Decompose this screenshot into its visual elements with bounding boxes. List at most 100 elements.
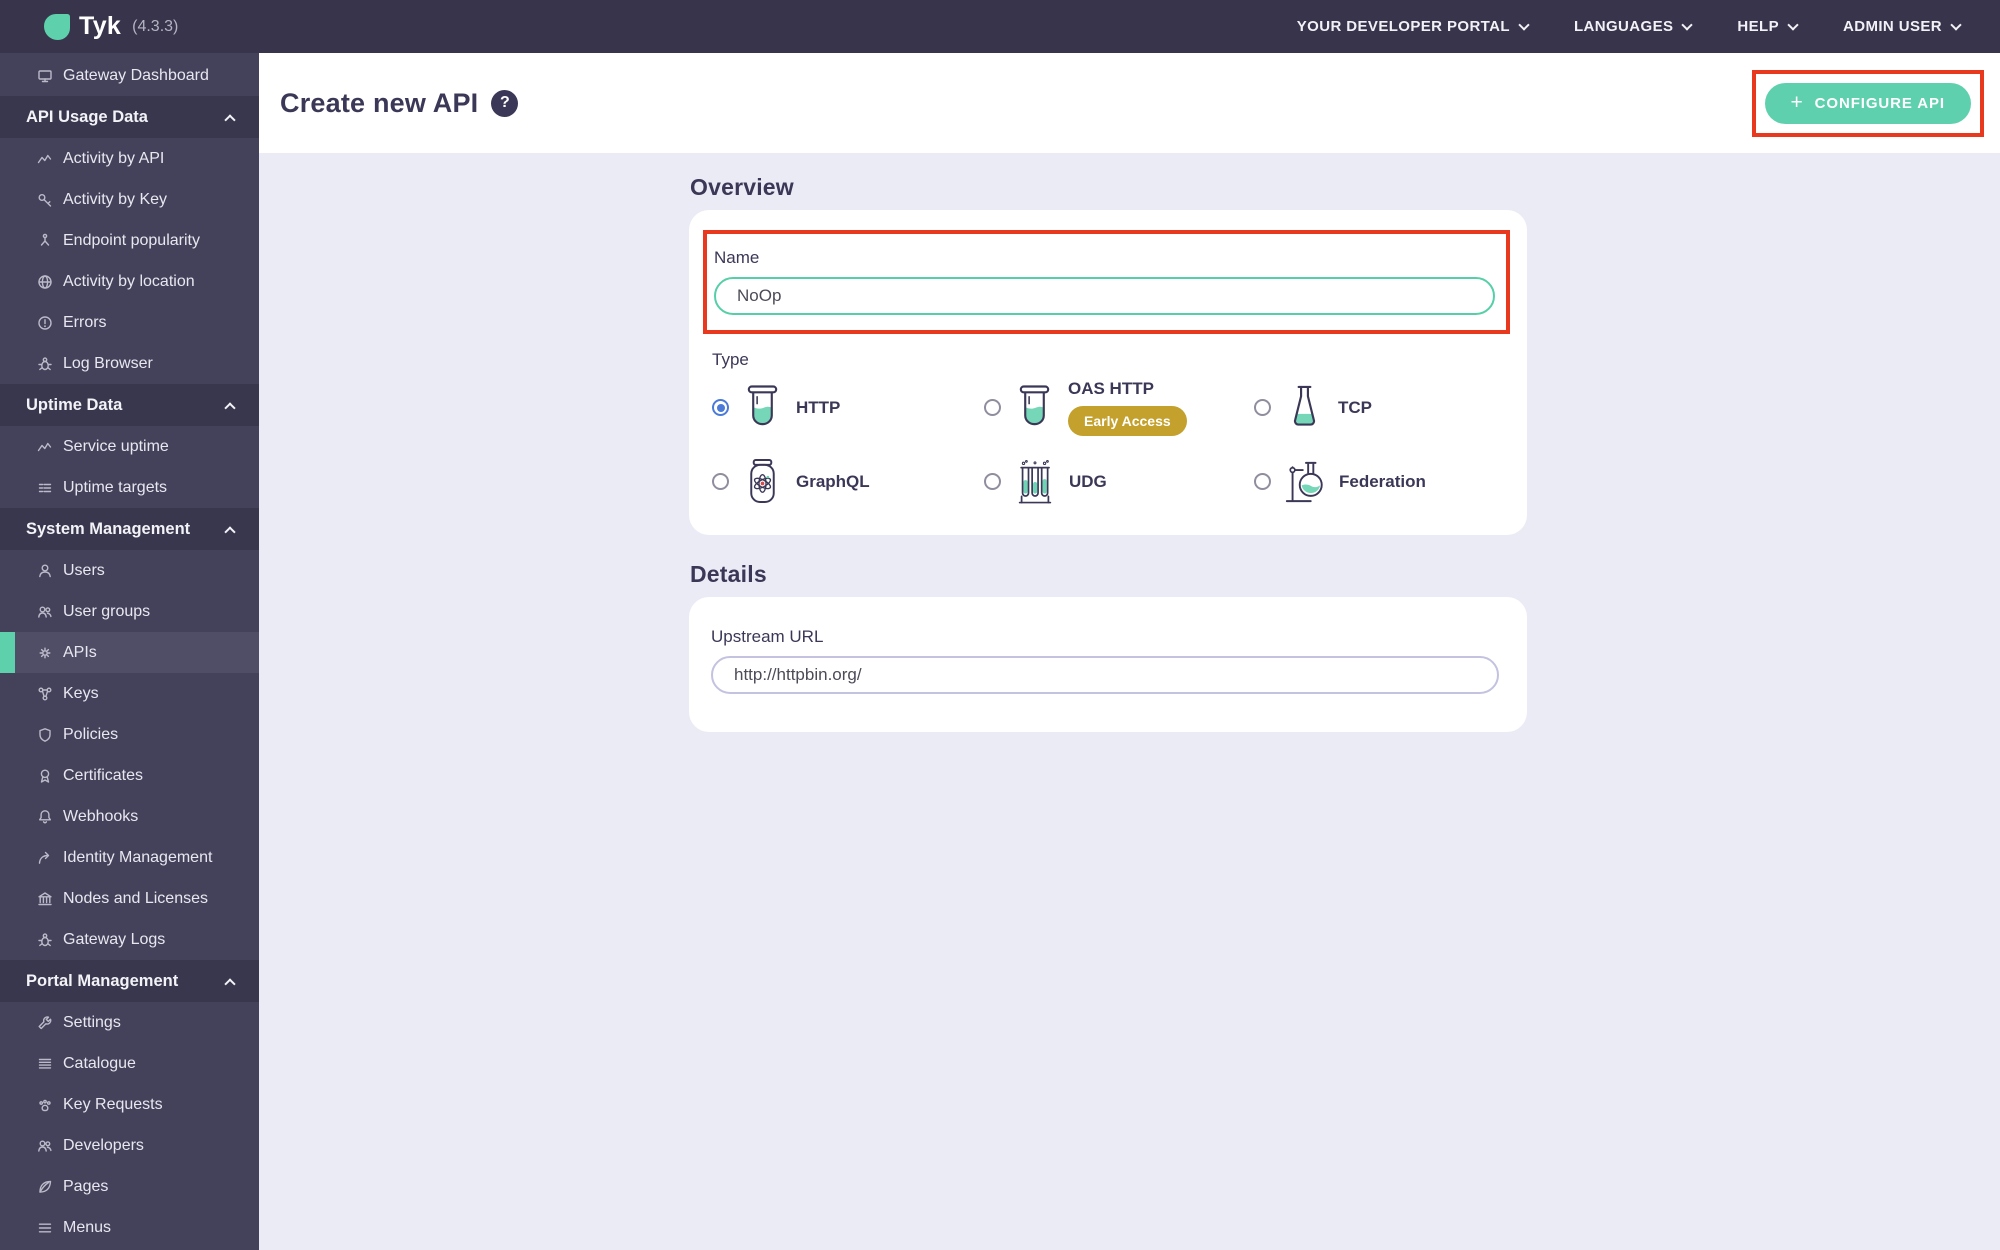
sidebar-item-nodes-and-licenses[interactable]: Nodes and Licenses bbox=[0, 878, 259, 919]
sidebar-item-service-uptime[interactable]: Service uptime bbox=[0, 426, 259, 467]
topbar-menu-admin-user[interactable]: ADMIN USER bbox=[1843, 18, 1962, 35]
sidebar-item-certificates[interactable]: Certificates bbox=[0, 755, 259, 796]
sidebar-item-label: Identity Management bbox=[63, 848, 213, 866]
type-option-tcp[interactable]: TCP bbox=[1254, 384, 1499, 431]
type-option-federation[interactable]: Federation bbox=[1254, 459, 1499, 505]
page-header: Create new API ? + CONFIGURE API bbox=[259, 53, 2000, 153]
tyk-logo-icon bbox=[44, 13, 70, 40]
sidebar-item-activity-by-location[interactable]: Activity by location bbox=[0, 261, 259, 302]
name-input[interactable] bbox=[714, 277, 1495, 315]
gears-icon bbox=[37, 645, 53, 661]
sidebar-item-label: Gateway Dashboard bbox=[63, 66, 209, 84]
sidebar-item-label: Webhooks bbox=[63, 807, 139, 825]
radio-graphql[interactable] bbox=[712, 473, 729, 490]
bell-icon bbox=[37, 809, 53, 825]
sidebar-item-apis[interactable]: APIs bbox=[0, 632, 259, 673]
type-option-http[interactable]: HTTP bbox=[712, 384, 984, 431]
sidebar-item-label: Policies bbox=[63, 725, 119, 743]
version-label: (4.3.3) bbox=[132, 17, 179, 35]
sidebar-item-label: Uptime targets bbox=[63, 478, 168, 496]
topbar-menu-your-developer-portal[interactable]: YOUR DEVELOPER PORTAL bbox=[1297, 18, 1530, 35]
branch-icon bbox=[37, 233, 53, 249]
sidebar-item-users[interactable]: Users bbox=[0, 550, 259, 591]
help-icon[interactable]: ? bbox=[491, 89, 519, 117]
topbar-menu-help[interactable]: HELP bbox=[1737, 18, 1799, 35]
upstream-url-input[interactable] bbox=[711, 656, 1499, 694]
sidebar-item-catalogue[interactable]: Catalogue bbox=[0, 1043, 259, 1084]
sidebar-item-developers[interactable]: Developers bbox=[0, 1125, 259, 1166]
configure-api-button-label: CONFIGURE API bbox=[1814, 94, 1945, 112]
topbar-menu-languages[interactable]: LANGUAGES bbox=[1574, 18, 1694, 35]
sidebar-item-label: Gateway Logs bbox=[63, 930, 166, 948]
tyk-logo[interactable]: Tyk (4.3.3) bbox=[44, 12, 178, 41]
leaf-icon bbox=[37, 1179, 53, 1195]
type-option-label: UDG bbox=[1069, 471, 1107, 491]
sidebar-item-gateway-logs[interactable]: Gateway Logs bbox=[0, 919, 259, 960]
sidebar-item-errors[interactable]: Errors bbox=[0, 302, 259, 343]
sidebar-item-label: Endpoint popularity bbox=[63, 231, 200, 249]
sidebar-item-key-requests[interactable]: Key Requests bbox=[0, 1084, 259, 1125]
list-icon bbox=[37, 480, 53, 496]
details-section: Details Upstream URL bbox=[689, 561, 1527, 732]
type-option-graphql[interactable]: GraphQL bbox=[712, 458, 984, 505]
radio-federation[interactable] bbox=[1254, 473, 1271, 490]
sidebar-section-system-management[interactable]: System Management bbox=[0, 508, 259, 550]
sidebar-item-gateway-dashboard[interactable]: Gateway Dashboard bbox=[0, 55, 259, 96]
sidebar-item-label: Nodes and Licenses bbox=[63, 889, 208, 907]
upstream-url-label: Upstream URL bbox=[711, 627, 824, 646]
sidebar-item-label: Errors bbox=[63, 313, 107, 331]
sidebar-item-label: Users bbox=[63, 561, 105, 579]
topbar: Tyk (4.3.3) YOUR DEVELOPER PORTAL LANGUAG… bbox=[0, 0, 2000, 53]
sidebar-item-user-groups[interactable]: User groups bbox=[0, 591, 259, 632]
annotation-box-name-field: Name bbox=[703, 230, 1510, 334]
radio-tcp[interactable] bbox=[1254, 399, 1271, 416]
sidebar-item-activity-by-key[interactable]: Activity by Key bbox=[0, 179, 259, 220]
annotation-box-configure-api: + CONFIGURE API bbox=[1751, 69, 1984, 137]
paw-icon bbox=[37, 1097, 53, 1113]
details-heading: Details bbox=[690, 561, 767, 587]
plus-icon: + bbox=[1790, 90, 1804, 114]
sidebar-item-identity-management[interactable]: Identity Management bbox=[0, 837, 259, 878]
radio-http[interactable] bbox=[712, 399, 729, 416]
user-group-icon bbox=[37, 604, 53, 620]
radio-udg[interactable] bbox=[984, 473, 1001, 490]
shield-icon bbox=[37, 727, 53, 743]
type-label: Type bbox=[712, 350, 749, 369]
sidebar-item-log-browser[interactable]: Log Browser bbox=[0, 343, 259, 384]
sidebar-item-endpoint-popularity[interactable]: Endpoint popularity bbox=[0, 220, 259, 261]
sidebar-section-api-usage-data[interactable]: API Usage Data bbox=[0, 96, 259, 138]
type-option-udg[interactable]: UDG bbox=[984, 459, 1254, 505]
beaker-icon bbox=[1013, 384, 1056, 431]
type-option-oas-http[interactable]: OAS HTTP Early Access bbox=[984, 379, 1254, 436]
sidebar-item-label: Menus bbox=[63, 1218, 112, 1236]
sidebar-item-settings[interactable]: Settings bbox=[0, 1002, 259, 1043]
sidebar-item-pages[interactable]: Pages bbox=[0, 1166, 259, 1207]
sidebar-section-label: System Management bbox=[26, 519, 191, 538]
type-option-label: Federation bbox=[1339, 471, 1426, 491]
sidebar-section-label: Uptime Data bbox=[26, 395, 123, 414]
sidebar-item-label: Catalogue bbox=[63, 1054, 136, 1072]
sidebar-item-activity-by-api[interactable]: Activity by API bbox=[0, 138, 259, 179]
sidebar-item-webhooks[interactable]: Webhooks bbox=[0, 796, 259, 837]
bug-icon bbox=[37, 356, 53, 372]
key-icon bbox=[37, 192, 53, 208]
sidebar-section-uptime-data[interactable]: Uptime Data bbox=[0, 384, 259, 426]
topbar-menu-label: HELP bbox=[1737, 18, 1779, 35]
sidebar-item-policies[interactable]: Policies bbox=[0, 714, 259, 755]
medal-icon bbox=[37, 768, 53, 784]
beaker-icon bbox=[741, 384, 784, 431]
chevron-up-icon bbox=[224, 113, 236, 126]
configure-api-button[interactable]: + CONFIGURE API bbox=[1764, 82, 1971, 124]
overview-section: Overview Name Type HTTP OAS HTTP Early Acc… bbox=[689, 174, 1527, 535]
atom-jar-icon bbox=[741, 458, 784, 505]
sidebar-item-label: Activity by Key bbox=[63, 190, 168, 208]
early-access-badge: Early Access bbox=[1068, 406, 1187, 436]
sidebar-section-portal-management[interactable]: Portal Management bbox=[0, 960, 259, 1002]
sidebar-item-menus[interactable]: Menus bbox=[0, 1207, 259, 1248]
sidebar-item-keys[interactable]: Keys bbox=[0, 673, 259, 714]
radio-oas-http[interactable] bbox=[984, 399, 1001, 416]
sidebar-item-uptime-targets[interactable]: Uptime targets bbox=[0, 467, 259, 508]
monitor-icon bbox=[37, 68, 53, 84]
error-icon bbox=[37, 315, 53, 331]
content-area: Overview Name Type HTTP OAS HTTP Early Acc… bbox=[259, 153, 2000, 1250]
